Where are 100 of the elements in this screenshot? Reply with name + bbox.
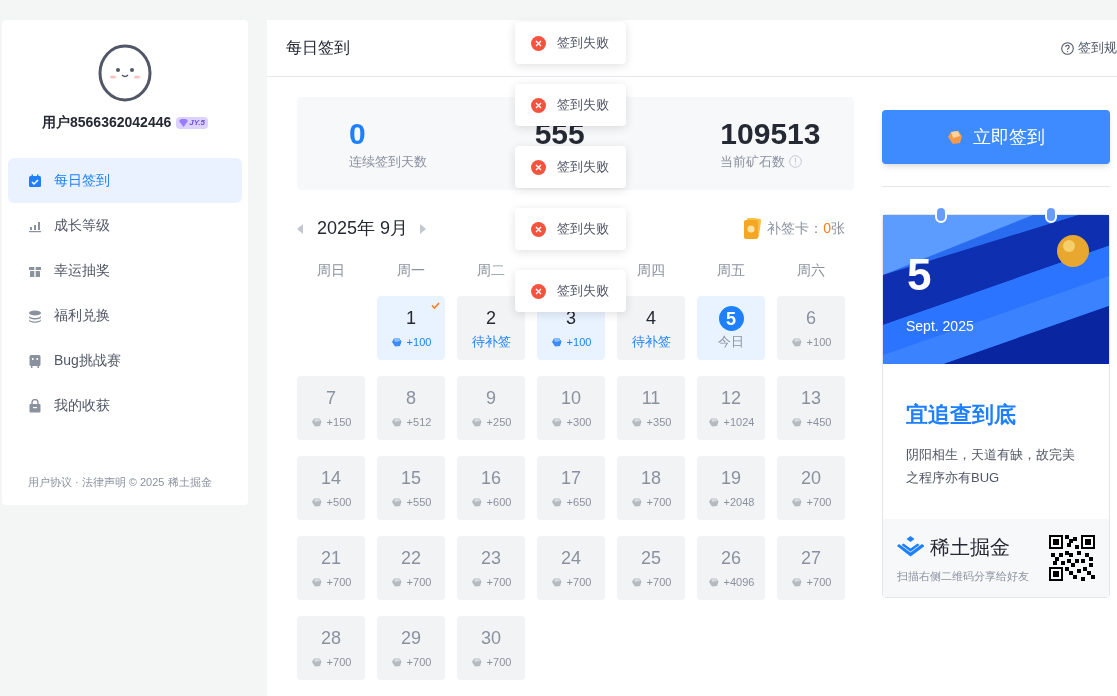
checkmark-icon [431, 302, 440, 309]
calendar-day[interactable]: 10 +300 [537, 376, 605, 440]
day-number: 22 [401, 547, 421, 570]
calendar-day[interactable]: 17 +650 [537, 456, 605, 520]
calendar-day[interactable]: 28 +700 [297, 616, 365, 680]
sign-in-button[interactable]: 立即签到 [882, 110, 1110, 164]
day-number: 1 [406, 307, 416, 330]
ore-icon [630, 577, 642, 587]
weekday-label: 周一 [396, 261, 426, 280]
nav-item[interactable]: 成长等级 [8, 203, 242, 248]
calendar-day[interactable]: 26 +4096 [697, 536, 765, 600]
ore-icon [470, 577, 482, 587]
calendar-day[interactable]: 1 +100 [377, 296, 445, 360]
day-number: 30 [481, 627, 501, 650]
coin-stack-icon [28, 308, 42, 323]
calendar-day[interactable]: 12 +1024 [697, 376, 765, 440]
reward-label: +300 [566, 415, 592, 430]
reward-label: +700 [566, 575, 592, 590]
calendar-day[interactable]: 22 +700 [377, 536, 445, 600]
calendar-day[interactable]: 8 +512 [377, 376, 445, 440]
error-icon [531, 35, 546, 51]
calendar-day[interactable]: 4 待补签 [617, 296, 685, 360]
help-icon [1061, 41, 1074, 55]
weekday-label: 周日 [316, 261, 346, 280]
ore-icon [947, 129, 963, 145]
calendar-day[interactable]: 24 +700 [537, 536, 605, 600]
previous-month-button[interactable] [297, 222, 305, 235]
avatar-icon [97, 44, 153, 102]
robot-icon [28, 353, 42, 368]
ore-icon [790, 577, 802, 587]
calendar-day[interactable]: 21 +700 [297, 536, 365, 600]
day-number: 18 [641, 467, 661, 490]
reward-label: +700 [806, 575, 832, 590]
day-number: 21 [321, 547, 341, 570]
day-number: 7 [326, 387, 336, 410]
binder-ring-icon [1045, 206, 1057, 223]
calendar-day[interactable]: 23 +700 [457, 536, 525, 600]
error-icon [531, 283, 546, 299]
calendar-day[interactable]: 7 +150 [297, 376, 365, 440]
reward-label: +700 [646, 495, 672, 510]
nav-item[interactable]: 我的收获 [8, 383, 242, 428]
weekday-label: 周四 [636, 261, 666, 280]
ore-icon [707, 417, 719, 427]
calendar-day[interactable]: 27 +700 [777, 536, 845, 600]
ore-icon [790, 497, 802, 507]
calendar-day[interactable]: 30 +700 [457, 616, 525, 680]
day-number: 24 [561, 547, 581, 570]
calendar-day[interactable]: 15 +550 [377, 456, 445, 520]
calendar-day[interactable]: 6 +100 [777, 296, 845, 360]
ore-icon [390, 417, 402, 427]
reward-label: +1024 [723, 415, 755, 430]
nav-item[interactable]: 幸运抽奖 [8, 248, 242, 293]
toast-message: 签到失败 [557, 96, 609, 115]
reward-label: +250 [486, 415, 512, 430]
reward-label: +550 [406, 495, 432, 510]
rules-link[interactable]: 签到规 [1061, 38, 1117, 58]
reward-label: +700 [646, 575, 672, 590]
day-number: 11 [641, 387, 661, 410]
day-number: 8 [406, 387, 416, 410]
reward-label: +4096 [723, 575, 755, 590]
day-number: 20 [801, 467, 821, 490]
ore-icon [790, 337, 802, 347]
makeup-card-count: 补签卡：0张 [767, 219, 845, 238]
calendar-day[interactable]: 2 待补签 [457, 296, 525, 360]
calendar-day[interactable]: 11 +350 [617, 376, 685, 440]
calendar-day[interactable]: 29 +700 [377, 616, 445, 680]
binder-ring-icon [935, 206, 947, 223]
reward-label: 今日 [718, 334, 744, 350]
reward-label: +100 [806, 335, 832, 350]
reward-label: +600 [486, 495, 512, 510]
calendar-day[interactable]: 5 今日 [697, 296, 765, 360]
month-label: 2025年 9月 [317, 217, 409, 240]
calendar-day[interactable]: 18 +700 [617, 456, 685, 520]
day-number: 2 [486, 307, 496, 330]
reward-label: +700 [326, 575, 352, 590]
info-icon [789, 155, 803, 168]
calendar-day[interactable]: 19 +2048 [697, 456, 765, 520]
day-number: 27 [801, 547, 821, 570]
nav-item[interactable]: Bug挑战赛 [8, 338, 242, 383]
day-number: 16 [481, 467, 501, 490]
calendar-day[interactable]: 14 +500 [297, 456, 365, 520]
brand-name: 稀土掘金 [930, 534, 1010, 560]
calendar-day[interactable]: 9 +250 [457, 376, 525, 440]
nav-item[interactable]: 福利兑换 [8, 293, 242, 338]
stat-value: 0 [349, 115, 367, 152]
calendar-day[interactable]: 16 +600 [457, 456, 525, 520]
reward-label: +700 [326, 655, 352, 670]
calendar-day[interactable]: 25 +700 [617, 536, 685, 600]
calendar-day[interactable]: 13 +450 [777, 376, 845, 440]
day-number: 12 [721, 387, 741, 410]
day-number: 6 [806, 307, 816, 330]
ore-icon [630, 497, 642, 507]
ore-icon [470, 417, 482, 427]
calendar-day[interactable]: 20 +700 [777, 456, 845, 520]
nav-item[interactable]: 每日签到 [8, 158, 242, 203]
reward-label: +350 [646, 415, 672, 430]
reward-label: +2048 [723, 495, 755, 510]
toast-message: 签到失败 [557, 34, 609, 53]
qr-code-icon [1049, 535, 1095, 581]
share-hint: 扫描右侧二维码分享给好友 [897, 568, 1029, 584]
